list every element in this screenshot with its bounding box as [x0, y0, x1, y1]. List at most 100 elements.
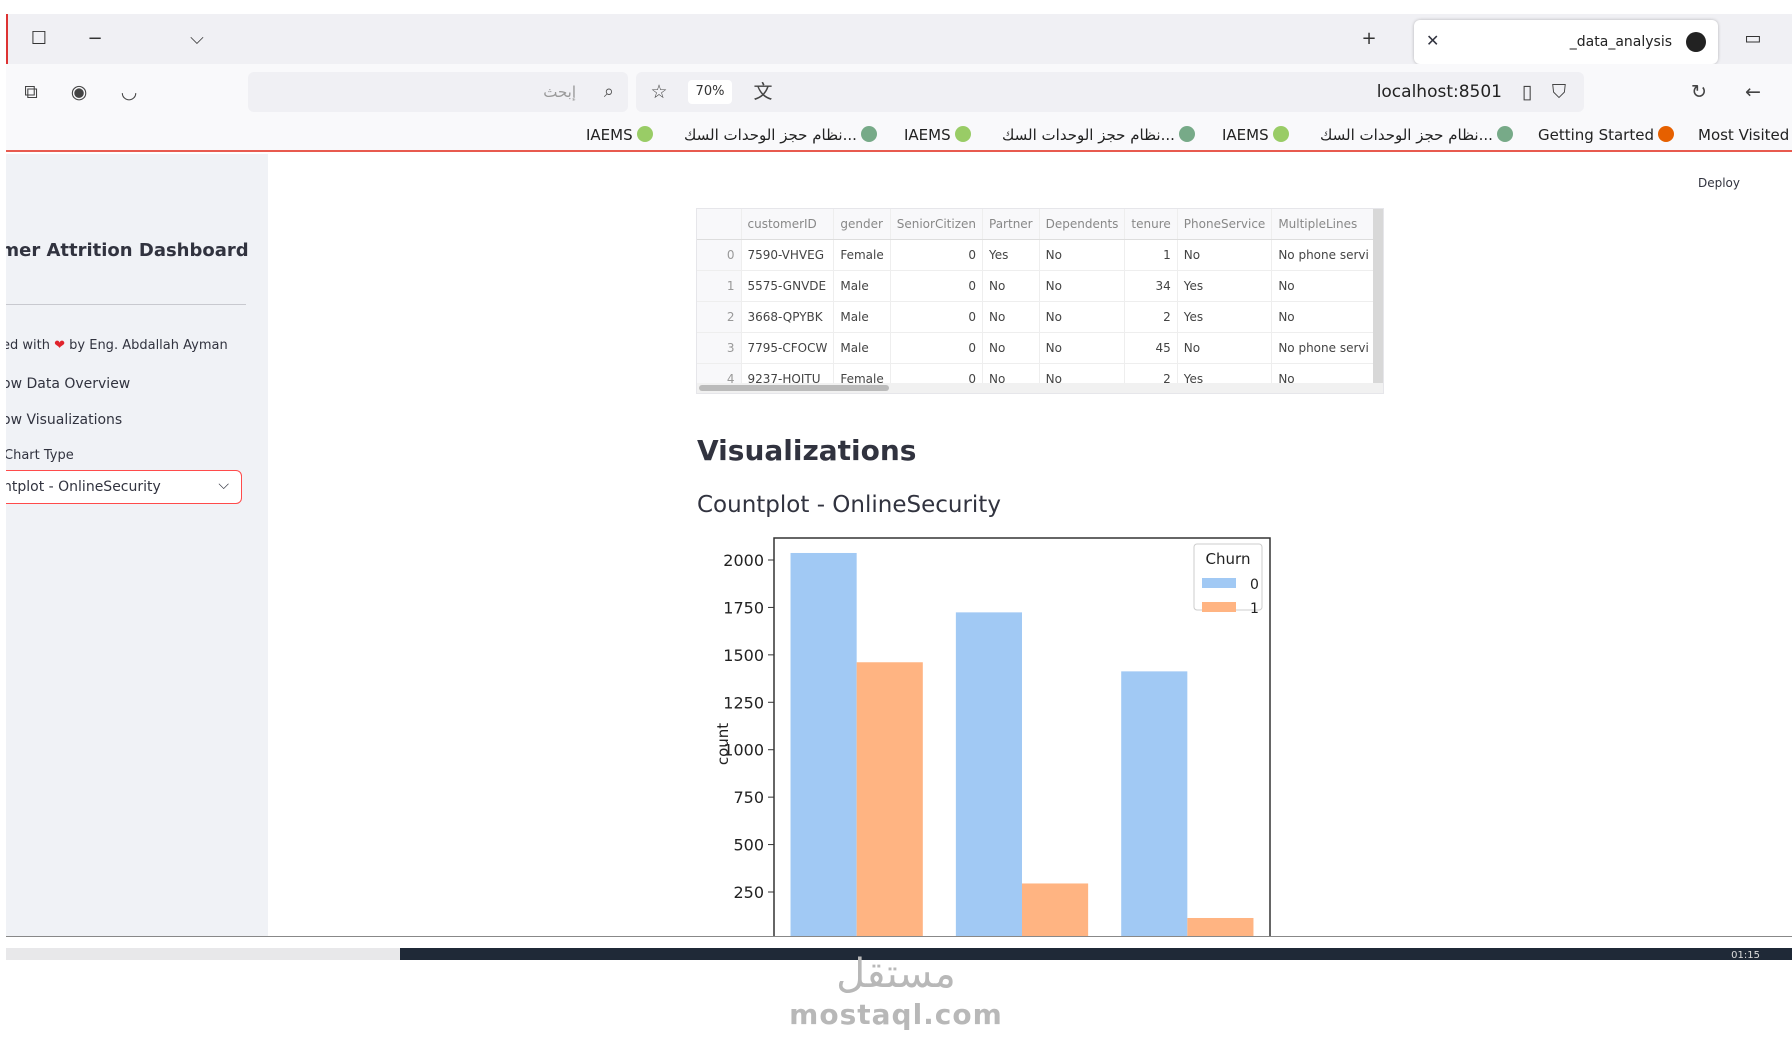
- y-axis-label: count: [714, 723, 732, 765]
- legend-swatch: [1202, 602, 1236, 612]
- minimize-icon[interactable]: −: [84, 28, 106, 50]
- data-overview-table[interactable]: customerID gender SeniorCitizen Partner Depe…: [696, 208, 1384, 394]
- watermark-arabic: مستقل: [836, 951, 956, 997]
- new-tab-icon[interactable]: +: [1358, 28, 1380, 50]
- y-tick-label: 1250: [723, 693, 764, 712]
- back-arrow-icon[interactable]: ←: [1740, 79, 1766, 105]
- table-cell: No: [982, 301, 1040, 333]
- taskbar-clock: 01:15: [1731, 950, 1760, 961]
- chart-type-select[interactable]: ntplot - OnlineSecurity ⌵: [6, 470, 242, 504]
- extensions-icon[interactable]: ⧉: [18, 79, 44, 105]
- legend-swatch: [1202, 578, 1236, 588]
- table-cell: No: [1177, 332, 1273, 364]
- sidebar-divider: [6, 304, 246, 305]
- table-row[interactable]: 3 7795-CFOCW Male 0 No No 45 No No phone servi: [697, 332, 1376, 364]
- table-header-cell[interactable]: Dependents: [1039, 209, 1126, 240]
- y-tick-label: 1750: [723, 598, 764, 617]
- y-tick-label: 250: [733, 883, 764, 902]
- table-cell: Male: [833, 332, 891, 364]
- pocket-icon[interactable]: ◡: [116, 79, 142, 105]
- table-cell: No phone servi: [1271, 332, 1376, 364]
- bar-series-0: [1121, 671, 1188, 936]
- table-cell: No: [1039, 239, 1126, 271]
- tab-data-analysis[interactable]: ✕ _data_analysis: [1414, 20, 1718, 64]
- streamlit-sidebar: omer Attrition Dashboard ed with ❤ by En…: [6, 154, 268, 936]
- url-text[interactable]: localhost:8501: [1377, 82, 1502, 102]
- table-cell: 2: [697, 301, 742, 333]
- bookmark-units-1[interactable]: نظام حجز الوحدات السك...: [1320, 126, 1517, 144]
- units-favicon-icon: [1496, 126, 1513, 142]
- bar-series-1: [1022, 883, 1089, 936]
- watermark: مستقل mostaql.com: [786, 950, 1006, 1031]
- scrollbar-thumb[interactable]: [699, 385, 889, 391]
- table-row[interactable]: 2 3668-QPYBK Male 0 No No 2 Yes No: [697, 301, 1376, 333]
- bookmark-iaems-2[interactable]: IAEMS: [904, 126, 975, 144]
- maximize-icon[interactable]: ☐: [28, 28, 50, 50]
- table-header-cell[interactable]: tenure: [1124, 209, 1178, 240]
- legend-title: Churn: [1206, 550, 1251, 568]
- table-cell: Yes: [982, 239, 1040, 271]
- table-cell: Male: [833, 270, 891, 302]
- chart-type-value: ntplot - OnlineSecurity: [6, 479, 161, 495]
- zoom-level[interactable]: 70%: [688, 80, 732, 104]
- bar-series-0: [790, 552, 857, 936]
- table-cell: Male: [833, 301, 891, 333]
- bar-series-1: [856, 662, 923, 936]
- legend-label: 0: [1250, 577, 1259, 593]
- reload-icon[interactable]: ↻: [1686, 79, 1712, 105]
- table-header-cell[interactable]: MultipleLines: [1271, 209, 1376, 240]
- shield-icon[interactable]: ⛉: [1546, 79, 1572, 105]
- table-cell: 0: [890, 270, 984, 302]
- table-cell: No: [1271, 270, 1376, 302]
- y-tick-label: 2000: [723, 551, 764, 570]
- bookmark-star-icon[interactable]: ☆: [646, 79, 672, 105]
- table-cell: 0: [697, 239, 742, 271]
- show-data-overview-checkbox[interactable]: ow Data Overview: [6, 376, 130, 392]
- show-visualizations-checkbox[interactable]: ow Visualizations: [6, 412, 122, 428]
- search-box[interactable]: ⌕ إبحث: [248, 72, 628, 112]
- table-cell: No phone servi: [1271, 239, 1376, 271]
- table-cell: 0: [890, 332, 984, 364]
- table-header-cell[interactable]: [697, 209, 742, 240]
- heart-icon: ❤: [54, 338, 66, 353]
- table-cell: 5575-GNVDE: [741, 270, 835, 302]
- table-header-cell[interactable]: gender: [833, 209, 891, 240]
- bookmark-iaems-1[interactable]: IAEMS: [1222, 126, 1293, 144]
- tab-overview-icon[interactable]: ▭: [1742, 28, 1764, 50]
- legend-label: 1: [1250, 601, 1259, 617]
- table-row[interactable]: 0 7590-VHVEG Female 0 Yes No 1 No No phone servi: [697, 239, 1376, 271]
- iaems-favicon-icon: [1272, 126, 1289, 142]
- table-cell: No: [1039, 301, 1126, 333]
- account-icon[interactable]: ◉: [66, 79, 92, 105]
- close-tab-icon[interactable]: ✕: [1426, 31, 1439, 50]
- search-input[interactable]: إبحث: [543, 83, 576, 101]
- page-info-icon[interactable]: ▯: [1514, 79, 1540, 105]
- table-cell: 45: [1124, 332, 1178, 364]
- bookmark-units-3[interactable]: نظام حجز الوحدات السك...: [684, 126, 881, 144]
- table-cell: No: [982, 332, 1040, 364]
- table-cell: Female: [833, 239, 891, 271]
- iaems-favicon-icon: [636, 126, 653, 142]
- taskbar-left: [6, 948, 400, 960]
- table-cell: No: [1039, 270, 1126, 302]
- units-favicon-icon: [860, 126, 877, 142]
- table-horizontal-scrollbar[interactable]: [697, 383, 1383, 393]
- tab-list-chevron-icon[interactable]: ⌵: [186, 28, 208, 50]
- table-header-cell[interactable]: customerID: [741, 209, 835, 240]
- table-header-cell[interactable]: Partner: [982, 209, 1040, 240]
- table-vertical-scrollbar[interactable]: [1373, 209, 1383, 385]
- screenshot-frame: ☐ − ⌵ + ✕ _data_analysis ▭ ⧉ ◉ ◡ ⌕ إبحث …: [0, 0, 1792, 1052]
- table-row[interactable]: 1 5575-GNVDE Male 0 No No 34 Yes No: [697, 270, 1376, 302]
- bookmark-iaems-3[interactable]: IAEMS: [586, 126, 657, 144]
- table-cell: 0: [890, 301, 984, 333]
- address-bar[interactable]: ☆ 70% 文 localhost:8501 ▯ ⛉: [636, 72, 1584, 112]
- translate-icon[interactable]: 文: [750, 79, 776, 105]
- deploy-button[interactable]: Deploy: [1698, 176, 1740, 190]
- table-cell: Yes: [1177, 270, 1273, 302]
- bookmark-units-2[interactable]: نظام حجز الوحدات السك...: [1002, 126, 1199, 144]
- tab-title: _data_analysis: [1569, 34, 1672, 50]
- table-header-cell[interactable]: PhoneService: [1177, 209, 1273, 240]
- bookmark-most-visited[interactable]: Most Visited: [1698, 126, 1789, 144]
- table-header-cell[interactable]: SeniorCitizen: [890, 209, 984, 240]
- bookmark-getting-started[interactable]: Getting Started: [1538, 126, 1678, 144]
